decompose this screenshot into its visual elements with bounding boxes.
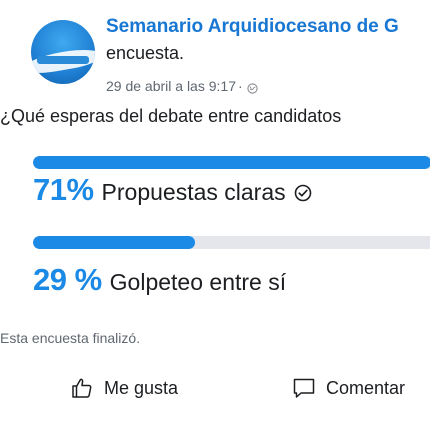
poll-question: ¿Qué esperas del debate entre candidatos xyxy=(0,106,342,126)
poll-status: Esta encuesta finalizó. xyxy=(0,330,141,346)
like-button[interactable]: Me gusta xyxy=(70,376,178,400)
page-avatar[interactable] xyxy=(31,20,95,84)
poll-option-1-fill xyxy=(33,156,430,169)
post-timestamp[interactable]: 29 de abril a las 9:17 xyxy=(106,78,236,94)
poll-option-2-percent: 29 % xyxy=(33,262,102,297)
comment-bubble-icon xyxy=(292,376,316,400)
globe-icon xyxy=(247,81,258,94)
comment-button[interactable]: Comentar xyxy=(292,376,405,400)
poll-option-1[interactable]: 71% Propuestas claras xyxy=(33,172,312,208)
facebook-poll-post: Semanario Arquidiocesano de G encuesta. … xyxy=(0,0,430,428)
comment-button-label: Comentar xyxy=(326,377,406,398)
poll-option-2[interactable]: 29 % Golpeteo entre sí xyxy=(33,262,286,298)
poll-option-1-percent: 71% xyxy=(33,172,94,207)
poll-option-1-bar xyxy=(33,156,430,169)
post-subline: encuesta. xyxy=(106,43,185,63)
meta-separator: · xyxy=(237,78,243,94)
like-button-label: Me gusta xyxy=(104,377,179,398)
post-author-name[interactable]: Semanario Arquidiocesano de G xyxy=(106,16,399,38)
avatar-logo-band xyxy=(37,56,89,64)
poll-option-2-fill xyxy=(33,236,195,249)
post-meta: 29 de abril a las 9:17 · xyxy=(106,78,258,94)
poll-option-2-label: Golpeteo entre sí xyxy=(109,269,287,295)
poll-option-1-label: Propuestas claras xyxy=(101,179,286,205)
thumbs-up-icon xyxy=(70,376,94,400)
check-circle-icon xyxy=(294,184,312,202)
poll-option-2-bar xyxy=(33,236,430,249)
